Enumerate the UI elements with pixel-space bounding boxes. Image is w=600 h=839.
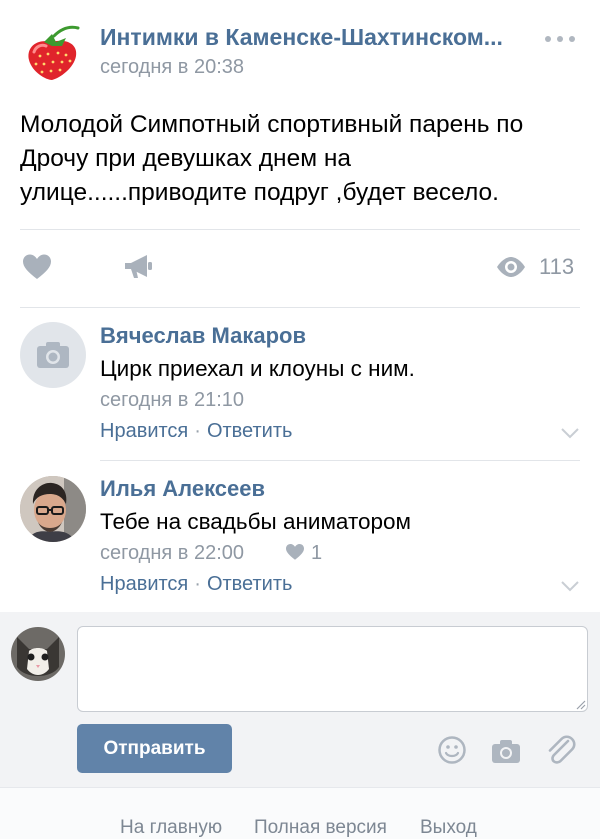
- heart-icon[interactable]: [22, 253, 52, 281]
- comment-likes-count: 1: [311, 542, 323, 564]
- comment-text: Цирк приехал и клоуны с ним.: [100, 356, 415, 381]
- comment-like-button[interactable]: Нравится: [100, 420, 188, 442]
- comment-text: Тебе на свадьбы аниматором: [100, 509, 412, 534]
- comment-avatar[interactable]: [20, 476, 86, 542]
- comment-avatar[interactable]: [20, 322, 86, 388]
- comment-actions: Нравится · Ответить: [100, 420, 293, 442]
- comment-likes[interactable]: 1: [285, 542, 322, 565]
- comment-reply-button[interactable]: Ответить: [207, 420, 293, 442]
- comment-timestamp[interactable]: сегодня в 21:10: [100, 389, 244, 412]
- cat-photo: [11, 627, 65, 681]
- chevron-down-icon[interactable]: [560, 427, 580, 439]
- more-dots-icon[interactable]: [545, 34, 575, 44]
- comment-actions: Нравится · Ответить: [100, 573, 293, 595]
- post-text: Молодой Симпотный спортивный парень по Д…: [20, 111, 524, 206]
- megaphone-icon[interactable]: [123, 253, 153, 281]
- footer-logout-link[interactable]: Выход: [420, 817, 477, 839]
- camera-placeholder-icon: [37, 342, 69, 368]
- comment-author[interactable]: Вячеслав Макаров: [100, 323, 306, 349]
- heart-icon: [286, 543, 304, 560]
- post-header: Интимки в Каменске-Шахтинском... сегодня…: [0, 0, 600, 92]
- smile-icon[interactable]: [436, 735, 468, 765]
- comment-input[interactable]: [77, 626, 588, 712]
- eye-icon: [497, 257, 525, 277]
- views-count: 113: [539, 254, 575, 279]
- footer-home-link[interactable]: На главную: [120, 817, 222, 839]
- post-timestamp[interactable]: сегодня в 20:38: [100, 56, 244, 79]
- comment-author[interactable]: Илья Алексеев: [100, 476, 265, 502]
- comment-like-button[interactable]: Нравится: [100, 573, 188, 595]
- divider: [20, 307, 580, 308]
- my-avatar[interactable]: [11, 627, 65, 681]
- resize-grip-icon[interactable]: [574, 698, 586, 710]
- strawberry-icon[interactable]: [22, 22, 82, 82]
- divider: [20, 229, 580, 230]
- send-button[interactable]: Отправить: [77, 724, 232, 773]
- camera-icon[interactable]: [490, 735, 522, 765]
- footer-full-version-link[interactable]: Полная версия: [254, 817, 387, 839]
- comment-timestamp[interactable]: сегодня в 22:00: [100, 542, 244, 565]
- paperclip-icon[interactable]: [544, 735, 576, 765]
- chevron-down-icon[interactable]: [560, 580, 580, 592]
- comment-reply-button[interactable]: Ответить: [207, 573, 293, 595]
- user-photo: [20, 476, 86, 542]
- group-name-link[interactable]: Интимки в Каменске-Шахтинском...: [100, 24, 525, 51]
- divider: [100, 460, 580, 461]
